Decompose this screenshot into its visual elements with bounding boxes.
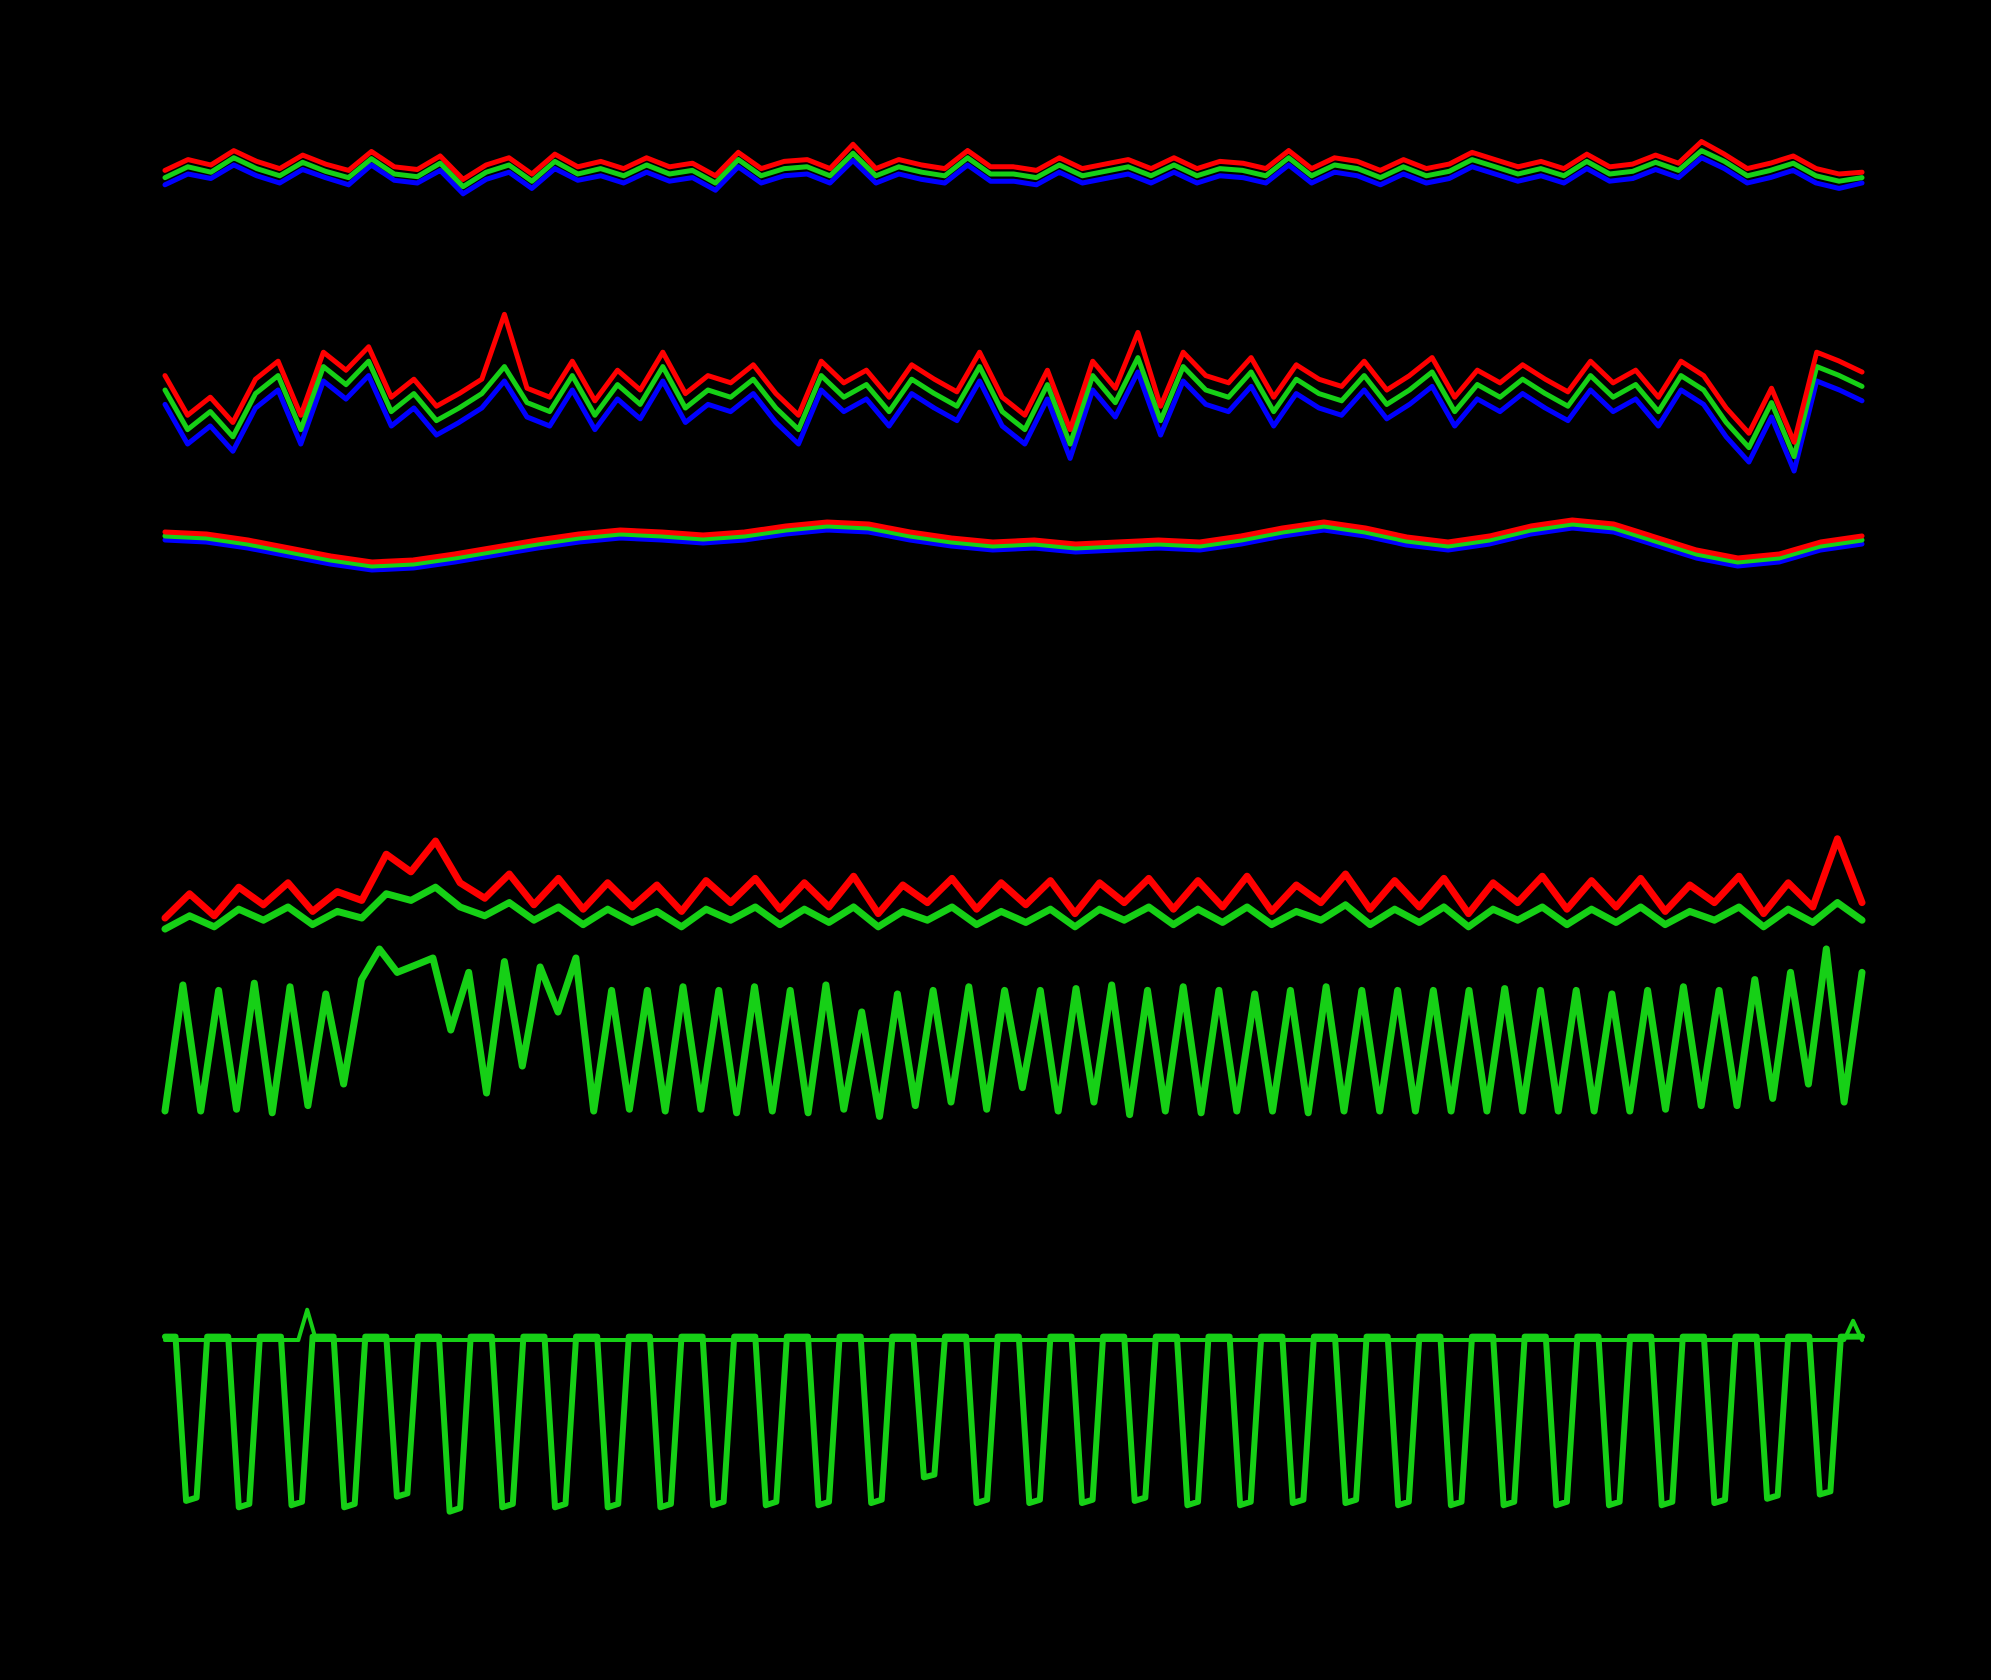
panels-group: [161, 139, 1866, 1515]
panel-2: [162, 311, 1865, 474]
chart-canvas: [0, 0, 1991, 1680]
panel-5-green-series-line: [161, 945, 1866, 1120]
panel-4-red-series-line: [161, 835, 1866, 922]
multi-panel-line-chart: [161, 139, 1866, 1515]
panel-3: [162, 517, 1865, 573]
panel-7-green-series-line: [162, 1333, 1865, 1515]
panel-1: [162, 139, 1865, 197]
panel-4: [161, 835, 1866, 933]
panel-7: [162, 1333, 1865, 1515]
panel-5: [161, 945, 1866, 1120]
